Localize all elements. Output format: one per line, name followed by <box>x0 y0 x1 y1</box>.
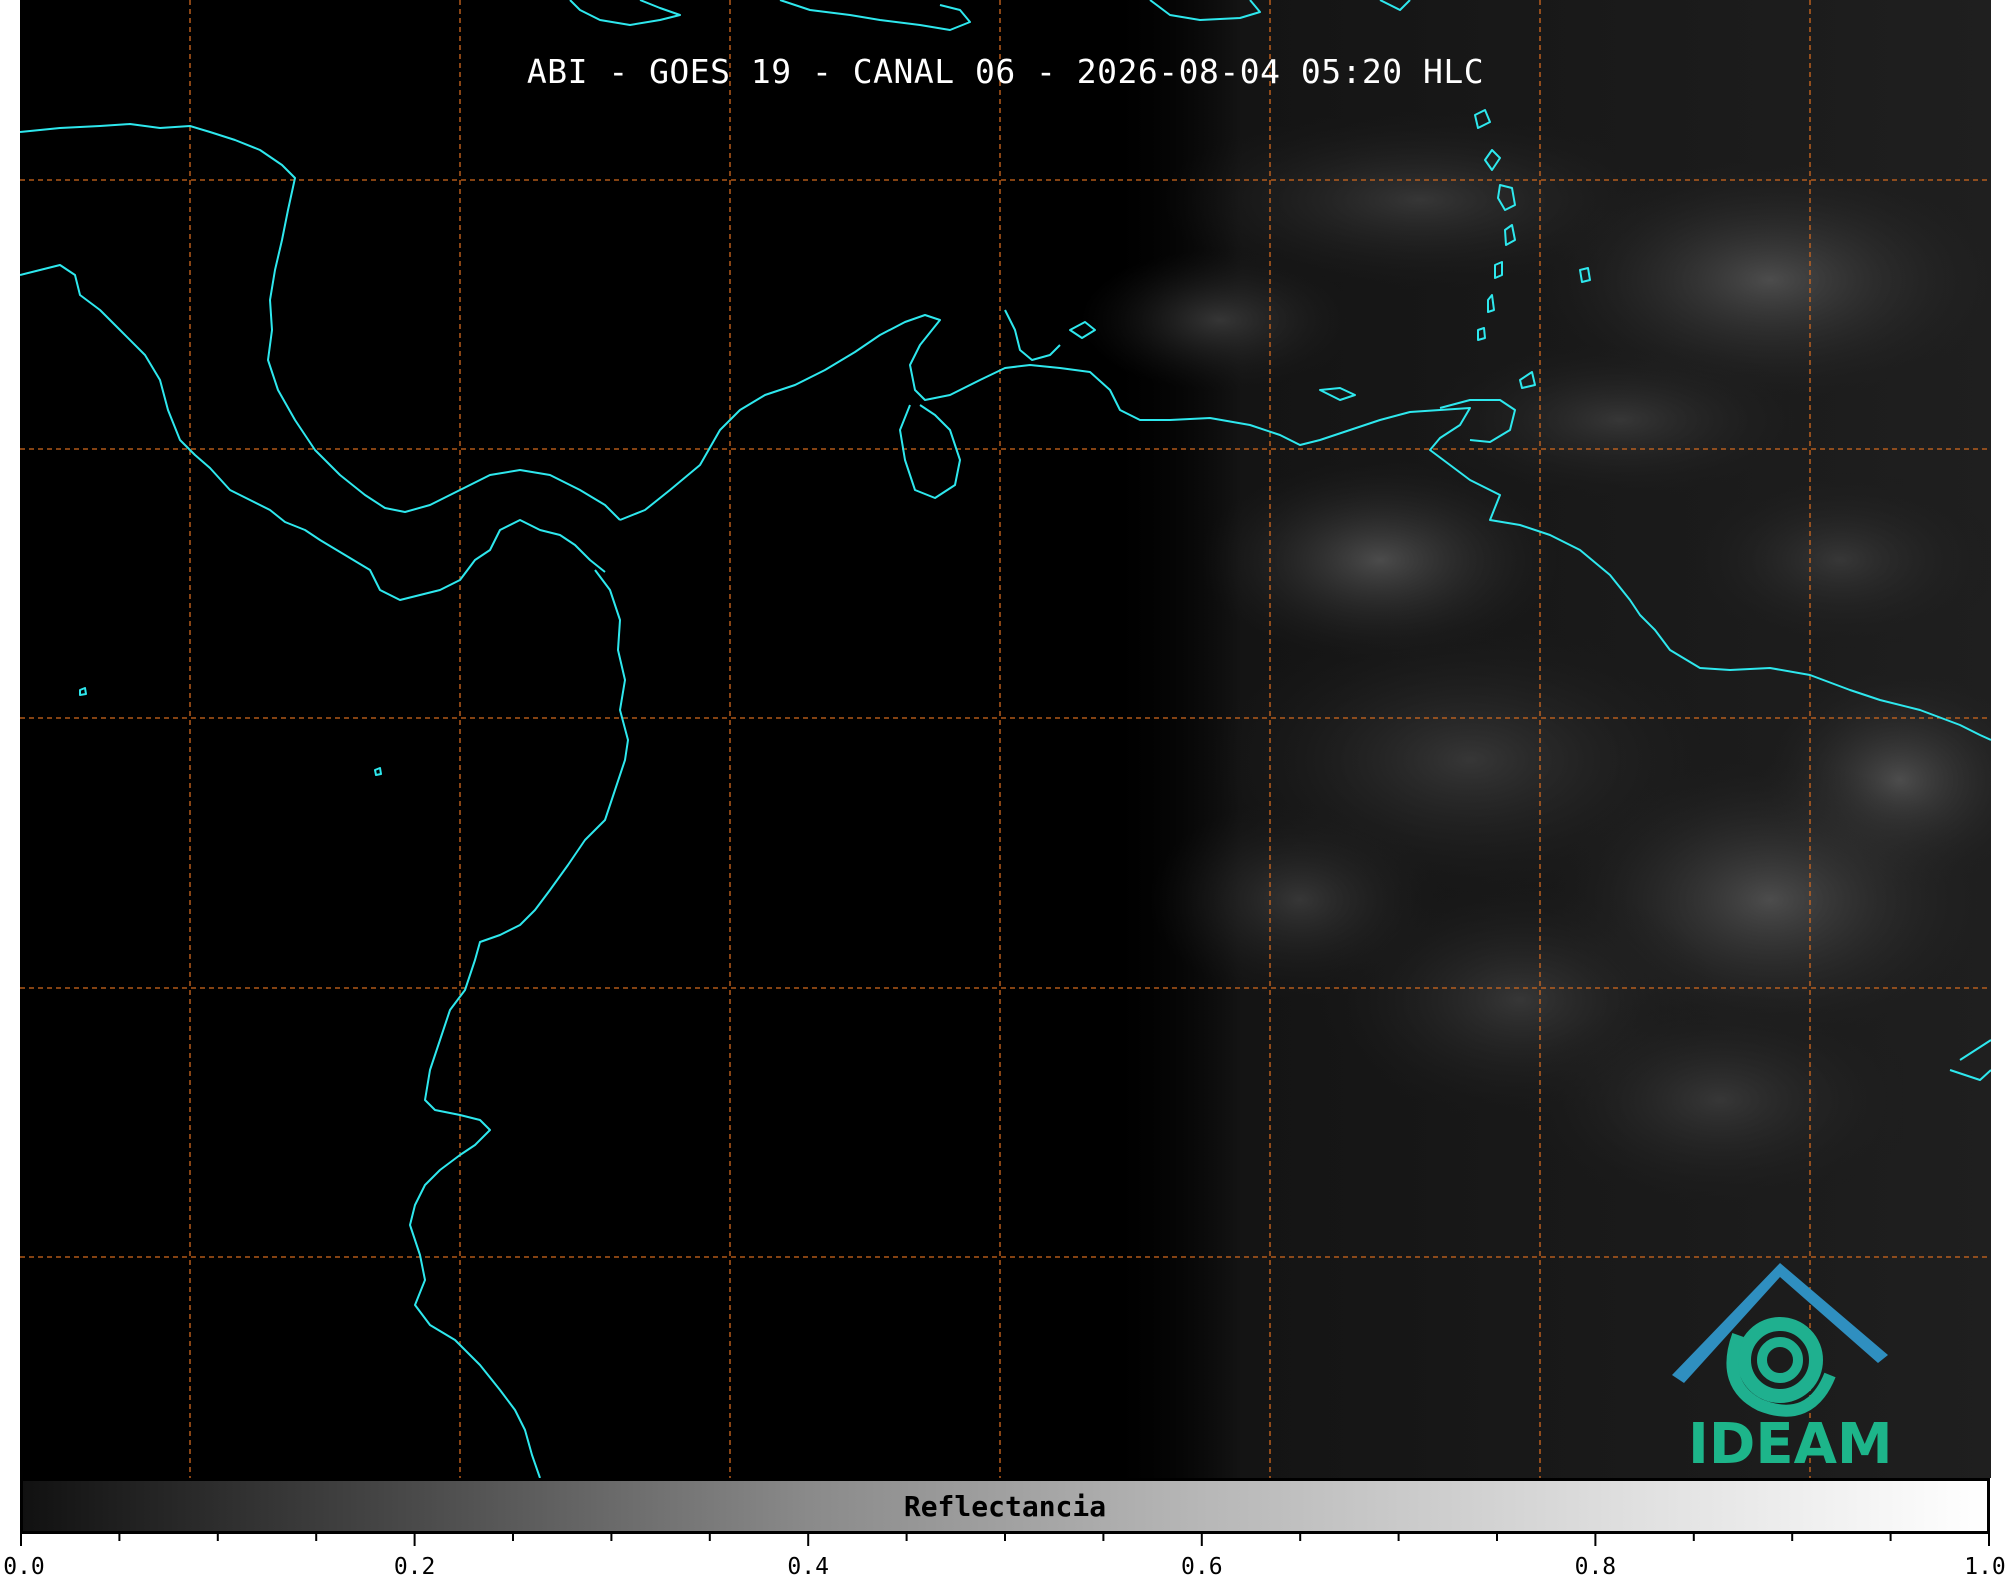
logo-text: IDEAM <box>1688 1412 1893 1477</box>
colorbar-tick-label: 0.8 <box>1574 1554 1617 1580</box>
colorbar-tick-label: 1.0 <box>1964 1554 2006 1580</box>
colorbar-label: Reflectancia <box>903 1490 1107 1523</box>
colorbar-ticks <box>20 1532 1990 1546</box>
map-title: ABI - GOES 19 - CANAL 06 - 2026-08-04 05… <box>526 52 1485 91</box>
colorbar-tick-label: 0.4 <box>787 1554 829 1580</box>
colorbar-tick-label: 0.6 <box>1181 1554 1223 1580</box>
colorbar-tick-label: 0.0 <box>3 1554 45 1580</box>
colorbar-tick-label: 0.2 <box>393 1554 436 1580</box>
logo-swirl-icon <box>1726 1317 1836 1417</box>
